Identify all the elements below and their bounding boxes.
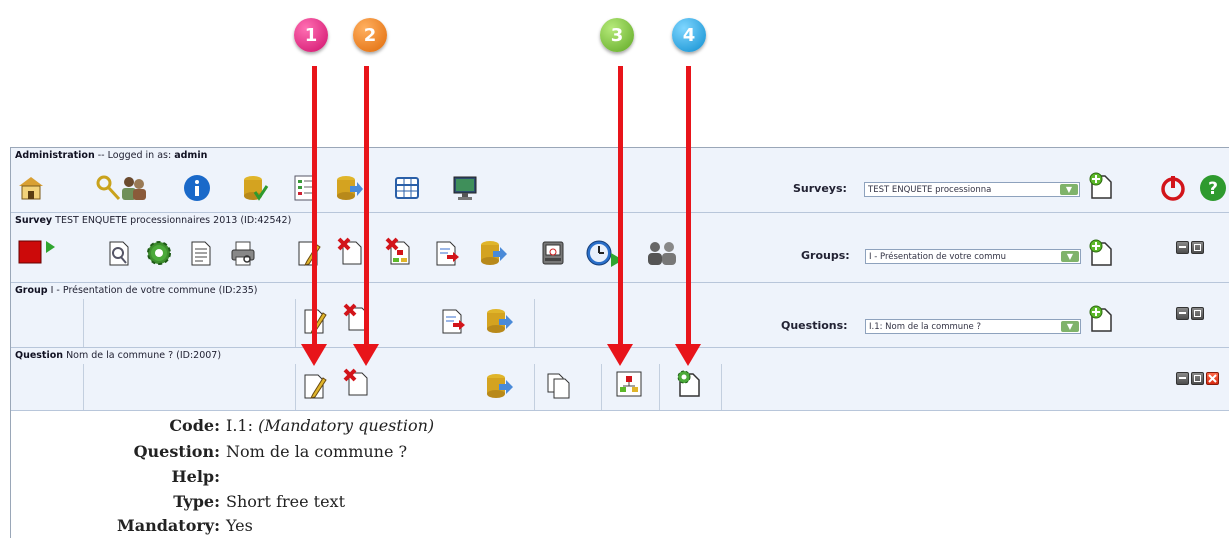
- delete-question-icon[interactable]: [343, 368, 371, 396]
- survey-preview-icon[interactable]: [105, 239, 133, 267]
- question-row: Question: Nom de la commune ?: [11, 442, 1229, 466]
- info-icon[interactable]: [183, 174, 211, 202]
- chevron-down-icon: ▼: [1061, 251, 1079, 262]
- monitor-icon[interactable]: [451, 174, 479, 202]
- condition-tree-icon[interactable]: [615, 370, 643, 398]
- callout-arrowhead-2: [353, 344, 379, 366]
- maximize-button[interactable]: [1191, 241, 1204, 254]
- mandatory-value: Yes: [226, 516, 253, 535]
- separator: [534, 364, 535, 410]
- add-question-icon[interactable]: [1087, 305, 1115, 333]
- separator: [659, 364, 660, 410]
- callout-arrow-4: [686, 66, 691, 348]
- help-label: Help:: [171, 467, 220, 486]
- callout-arrow-2: [364, 66, 369, 348]
- export-group-document-icon[interactable]: [439, 307, 467, 335]
- separator: [721, 364, 722, 410]
- export-question-icon[interactable]: [485, 372, 513, 400]
- add-survey-icon[interactable]: [1087, 172, 1115, 200]
- participants-icon[interactable]: [645, 239, 681, 267]
- separator: [295, 364, 296, 410]
- close-button[interactable]: [1206, 372, 1219, 385]
- chevron-down-icon: ▼: [1060, 184, 1078, 195]
- survey-bar-header: Survey TEST ENQUETE processionnaires 201…: [15, 215, 292, 226]
- minimize-button[interactable]: [1176, 241, 1189, 254]
- separator: [83, 299, 84, 347]
- mandatory-label: Mandatory:: [117, 516, 220, 535]
- scale-icon[interactable]: [539, 239, 567, 267]
- callout-arrowhead-3: [607, 344, 633, 366]
- callout-badge-4: 4: [672, 18, 706, 52]
- callout-arrowhead-1: [301, 344, 327, 366]
- answer-options-icon[interactable]: [675, 370, 703, 398]
- question-details: Code: I.1: (Mandatory question) Question…: [11, 411, 1229, 538]
- group-bar-header: Group I - Présentation de votre commune …: [15, 285, 258, 296]
- svg-text:?: ?: [1208, 179, 1218, 199]
- callout-arrow-3: [618, 66, 623, 348]
- export-group-database-icon[interactable]: [485, 307, 513, 335]
- home-icon[interactable]: [17, 174, 45, 202]
- edit-question-icon[interactable]: [301, 372, 329, 400]
- question-value: Nom de la commune ?: [226, 442, 408, 461]
- help-row: Help:: [11, 467, 1229, 491]
- question-label: Question:: [133, 442, 220, 461]
- separator: [534, 299, 535, 347]
- database-export-icon[interactable]: [335, 174, 363, 202]
- mandatory-row: Mandatory: Yes: [11, 516, 1229, 538]
- surveys-select[interactable]: TEST ENQUETE processionna ▼: [864, 182, 1080, 197]
- help-icon[interactable]: ?: [1199, 174, 1227, 202]
- code-label: Code:: [169, 416, 220, 435]
- questions-label: Questions:: [781, 319, 848, 332]
- settings-gear-icon[interactable]: [145, 239, 173, 267]
- minimize-button[interactable]: [1176, 372, 1189, 385]
- delete-survey-icon[interactable]: [337, 237, 365, 265]
- separator: [601, 364, 602, 410]
- edit-survey-icon[interactable]: [295, 239, 323, 267]
- groups-label: Groups:: [801, 249, 850, 262]
- delete-tree-icon[interactable]: [385, 237, 413, 265]
- add-group-icon[interactable]: [1087, 239, 1115, 267]
- export-document-icon[interactable]: [433, 239, 461, 267]
- type-label: Type:: [173, 492, 220, 511]
- separator: [83, 364, 84, 410]
- separator: [295, 299, 296, 347]
- type-value: Short free text: [226, 492, 346, 511]
- database-check-icon[interactable]: [241, 174, 269, 202]
- chevron-down-icon: ▼: [1061, 321, 1079, 332]
- close-icon: [1208, 374, 1217, 383]
- surveys-label: Surveys:: [793, 182, 847, 195]
- keys-users-icon[interactable]: [95, 174, 147, 202]
- code-value: I.1: (Mandatory question): [226, 416, 435, 435]
- question-bar-header: Question Nom de la commune ? (ID:2007): [15, 350, 222, 361]
- code-row: Code: I.1: (Mandatory question): [11, 416, 1229, 440]
- callout-arrow-1: [312, 66, 317, 348]
- callout-badge-3: 3: [600, 18, 634, 52]
- maximize-button[interactable]: [1191, 307, 1204, 320]
- copy-question-icon[interactable]: [545, 372, 573, 400]
- admin-bar-header: Administration -- Logged in as: admin: [15, 150, 208, 161]
- callout-arrowhead-4: [675, 344, 701, 366]
- table-grid-icon[interactable]: [393, 174, 421, 202]
- groups-select[interactable]: I - Présentation de votre commu ▼: [865, 249, 1081, 264]
- document-text-icon[interactable]: [187, 239, 215, 267]
- maximize-button[interactable]: [1191, 372, 1204, 385]
- type-row: Type: Short free text: [11, 492, 1229, 516]
- export-database-icon[interactable]: [479, 239, 507, 267]
- logout-icon[interactable]: [1159, 174, 1187, 202]
- callout-badge-2: 2: [353, 18, 387, 52]
- questions-select[interactable]: I.1: Nom de la commune ? ▼: [865, 319, 1081, 334]
- stop-play-icon[interactable]: [17, 237, 57, 265]
- minimize-button[interactable]: [1176, 307, 1189, 320]
- print-preview-icon[interactable]: [229, 239, 257, 267]
- callout-badge-1: 1: [294, 18, 328, 52]
